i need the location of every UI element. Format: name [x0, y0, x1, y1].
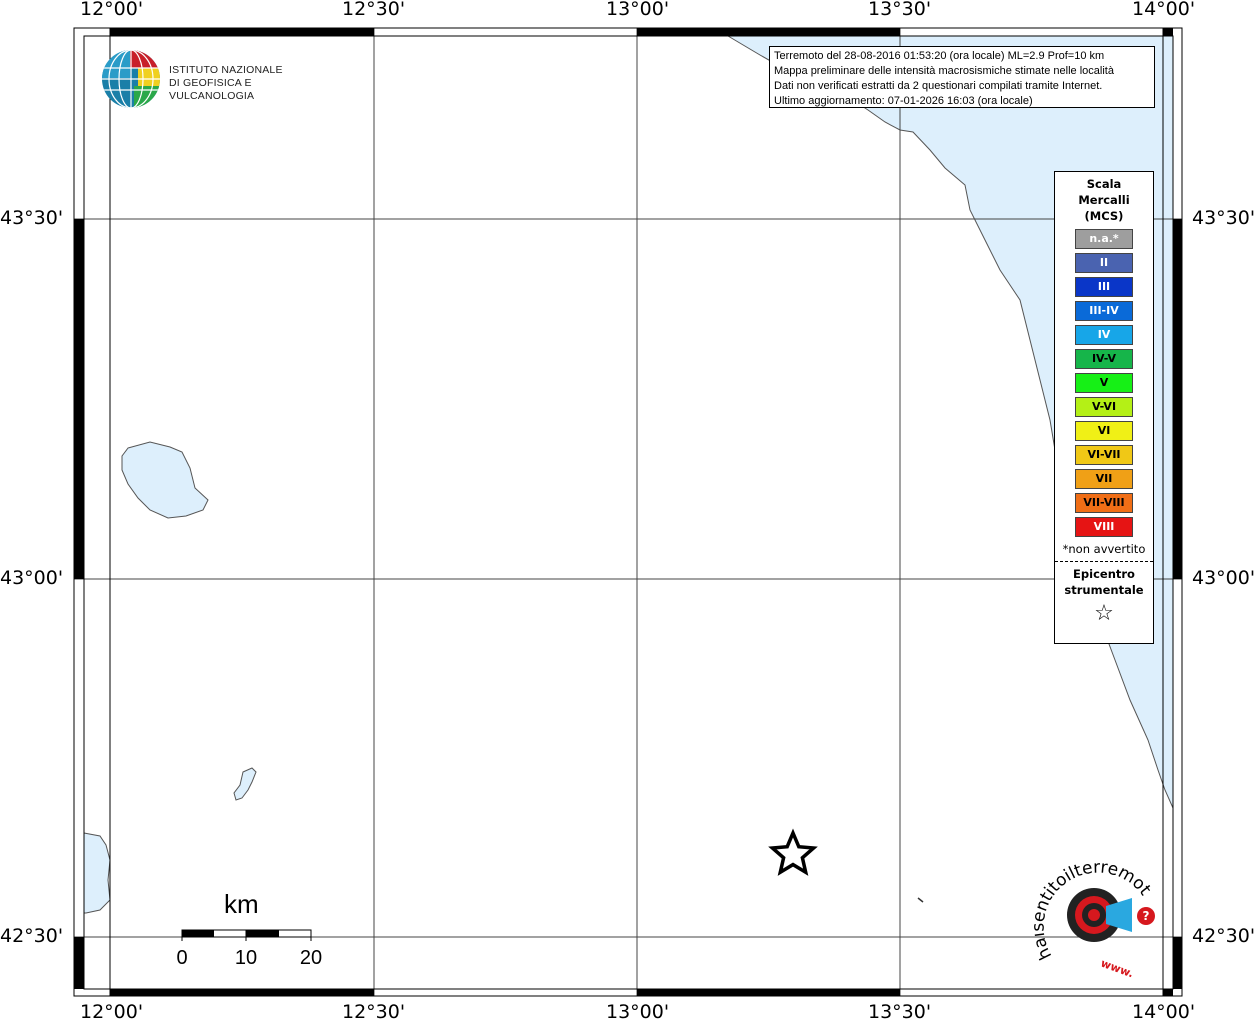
- legend-item: IV: [1075, 325, 1133, 345]
- lat-label-right-4300: 43°00': [1192, 567, 1256, 589]
- lake-trasimeno: [121, 441, 209, 519]
- legend-item: II: [1075, 253, 1133, 273]
- ingv-name-line2: DI GEOFISICA E VULCANOLOGIA: [169, 77, 255, 102]
- legend-item: VII-VIII: [1075, 493, 1133, 513]
- legend-title-line3: (MCS): [1084, 209, 1124, 223]
- info-line-map: Mappa preliminare delle intensità macros…: [774, 65, 1114, 77]
- scale-bar: [181, 929, 312, 941]
- legend-item: III: [1075, 277, 1133, 297]
- hsit-logo: ? haisentitoilterremoto.it www.: [1029, 843, 1164, 980]
- info-line-event: Terremoto del 28-08-2016 01:53:20 (ora l…: [774, 50, 1105, 62]
- legend-title-line1: Scala: [1086, 177, 1122, 191]
- coast-fragment: [917, 897, 924, 903]
- info-line-updated: Ultimo aggiornamento: 07-01-2026 16:03 (…: [774, 95, 1033, 107]
- legend-item: VI-VII: [1075, 445, 1133, 465]
- svg-text:?: ?: [1143, 909, 1150, 923]
- legend-item: VI: [1075, 421, 1133, 441]
- ingv-name-line1: ISTITUTO NAZIONALE: [169, 64, 283, 76]
- lake-corbara: [233, 767, 257, 801]
- legend-item: n.a.*: [1075, 229, 1133, 249]
- lon-label-bottom-1200: 12°00': [80, 1001, 144, 1023]
- lon-label-top-1400: 14°00': [1132, 0, 1196, 20]
- lon-label-bottom-1300: 13°00': [606, 1001, 670, 1023]
- legend-item: VII: [1075, 469, 1133, 489]
- legend-star-icon: ☆: [1094, 601, 1114, 626]
- ingv-name: ISTITUTO NAZIONALE DI GEOFISICA E VULCAN…: [169, 64, 330, 103]
- legend-note: *non avvertito: [1062, 542, 1146, 556]
- scale-bar-unit: km: [224, 889, 259, 919]
- lat-label-left-4330: 43°30': [0, 207, 64, 229]
- legend-item: V-VI: [1075, 397, 1133, 417]
- hsit-logo-prefix: www.: [1099, 957, 1135, 978]
- info-line-data: Dati non verificati estratti da 2 questi…: [774, 80, 1103, 92]
- lat-label-right-4330: 43°30': [1192, 207, 1256, 229]
- lon-label-bottom-1330: 13°30': [868, 1001, 932, 1023]
- legend-epicenter-line2: strumentale: [1064, 583, 1144, 597]
- legend-item: IV-V: [1075, 349, 1133, 369]
- lon-label-top-1200: 12°00': [80, 0, 144, 20]
- legend-item: VIII: [1075, 517, 1133, 537]
- mcs-legend: Scala Mercalli (MCS) n.a.* II III III-IV IV I…: [1054, 171, 1154, 644]
- legend-item: III-IV: [1075, 301, 1133, 321]
- legend-title: Scala Mercalli (MCS): [1055, 176, 1153, 224]
- lat-label-left-4300: 43°00': [0, 567, 64, 589]
- lon-label-top-1300: 13°00': [606, 0, 670, 20]
- legend-item: V: [1075, 373, 1133, 393]
- scale-tick-0: 0: [176, 947, 187, 969]
- lake-bolsena: [83, 832, 111, 914]
- legend-separator: [1055, 561, 1153, 562]
- lon-label-bottom-1230: 12°30': [342, 1001, 406, 1023]
- epicenter-star-icon: [768, 828, 818, 876]
- legend-items: n.a.* II III III-IV IV IV-V V V-VI VI VI-VII VII VI…: [1055, 229, 1153, 537]
- scale-tick-20: 20: [300, 947, 322, 969]
- lon-label-top-1330: 13°30': [868, 0, 932, 20]
- lon-label-bottom-1400: 14°00': [1132, 1001, 1196, 1023]
- scale-tick-10: 10: [235, 947, 257, 969]
- lon-label-top-1230: 12°30': [342, 0, 406, 20]
- lat-label-right-4230: 42°30': [1192, 925, 1256, 947]
- legend-title-line2: Mercalli: [1078, 193, 1130, 207]
- ingv-logo: ISTITUTO NAZIONALE DI GEOFISICA E VULCAN…: [100, 48, 330, 110]
- legend-epicenter: Epicentro strumentale: [1055, 566, 1153, 598]
- event-info-box: Terremoto del 28-08-2016 01:53:20 (ora l…: [769, 46, 1155, 108]
- lat-label-left-4230: 42°30': [0, 925, 64, 947]
- legend-epicenter-line1: Epicentro: [1073, 567, 1135, 581]
- hsit-logo-graphic: ? haisentitoilterremoto.it www.: [1029, 843, 1155, 980]
- ingv-globe-icon: [102, 50, 160, 108]
